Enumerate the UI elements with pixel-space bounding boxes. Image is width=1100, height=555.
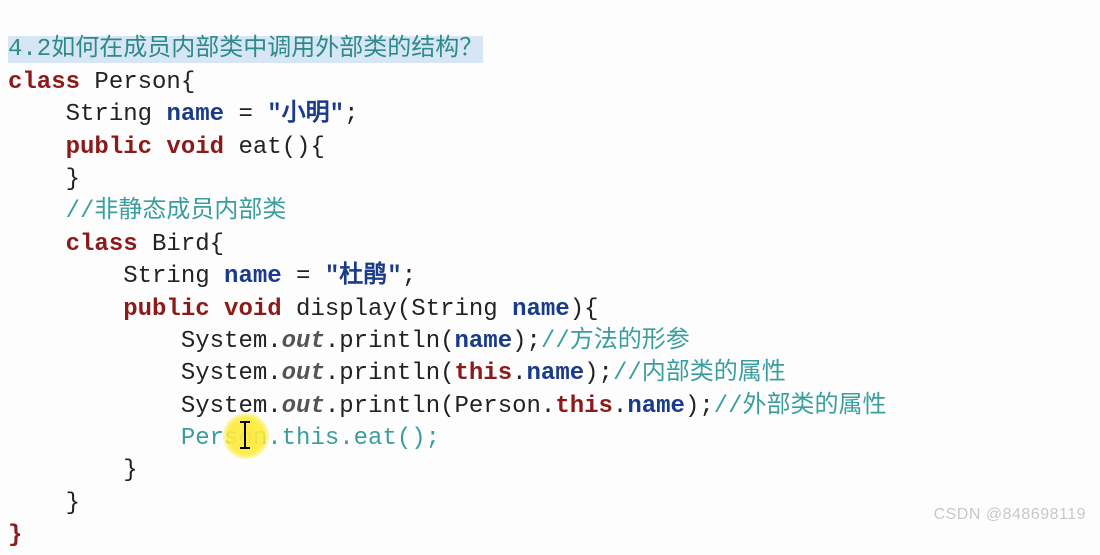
keyword-class: class [8, 69, 94, 96]
system-out: out [282, 360, 325, 387]
watermark: CSDN @848698119 [934, 504, 1086, 526]
system-out: out [282, 328, 325, 355]
comment-call: Person.this.eat(); [181, 425, 440, 452]
field-name: name [224, 263, 282, 290]
comment: //方法的形参 [541, 328, 690, 355]
string-literal: "小明" [267, 101, 344, 128]
comment: //外部类的属性 [714, 393, 887, 420]
comment: //内部类的属性 [613, 360, 786, 387]
system-out: out [282, 393, 325, 420]
code-block: 4.2如何在成员内部类中调用外部类的结构？ class Person{ Stri… [0, 0, 1100, 555]
keyword-public-void: public void [66, 134, 239, 161]
string-literal: "杜鹃" [325, 263, 402, 290]
keyword-this: this [555, 393, 613, 420]
keyword-public-void: public void [123, 296, 296, 323]
comment: //非静态成员内部类 [66, 198, 287, 225]
keyword-this: this [455, 360, 513, 387]
param-name: name [512, 296, 570, 323]
section-heading: 4.2如何在成员内部类中调用外部类的结构？ [8, 36, 483, 63]
field-name: name [166, 101, 224, 128]
keyword-class: class [66, 231, 152, 258]
